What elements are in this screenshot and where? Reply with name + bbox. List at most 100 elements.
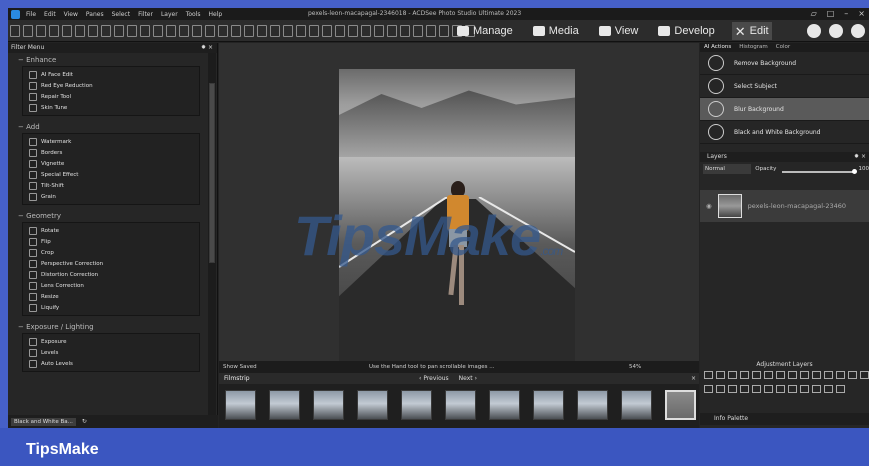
tool-icon[interactable]: [296, 24, 306, 37]
filmstrip-thumbnail[interactable]: [577, 390, 608, 420]
zoom-level[interactable]: 54%: [629, 364, 641, 370]
tool-icon[interactable]: [62, 24, 72, 37]
menu-view[interactable]: View: [64, 11, 78, 18]
dashboard-icon[interactable]: [807, 24, 821, 38]
tool-icon[interactable]: [49, 24, 59, 37]
filmstrip-thumbnail[interactable]: [621, 390, 652, 420]
eye-icon[interactable]: ◉: [706, 202, 712, 210]
tool-icon[interactable]: [400, 24, 410, 37]
menu-edit[interactable]: Edit: [44, 11, 56, 18]
mode-manage[interactable]: Manage: [454, 22, 516, 40]
mode-view[interactable]: View: [596, 22, 642, 40]
menu-file[interactable]: File: [26, 11, 36, 18]
adjustment-icon[interactable]: [764, 384, 773, 393]
filter-item-ai-face-edit[interactable]: AI Face Edit: [23, 69, 199, 80]
tool-icon[interactable]: [127, 24, 137, 37]
adjustment-icon[interactable]: [776, 371, 785, 379]
pin-close-icon[interactable]: ✸ ×: [854, 152, 866, 162]
adjustment-icon[interactable]: [776, 384, 785, 393]
ai-action-remove-background[interactable]: Remove Background: [700, 52, 869, 75]
filter-item-watermark[interactable]: Watermark: [23, 136, 199, 147]
tool-icon[interactable]: [10, 24, 20, 37]
tool-icon[interactable]: [179, 24, 189, 37]
adjustment-icon[interactable]: [848, 371, 857, 379]
filmstrip-thumbnail[interactable]: [313, 390, 344, 420]
tool-icon[interactable]: [335, 24, 345, 37]
adjustment-icon[interactable]: [812, 371, 821, 379]
filter-item-resize[interactable]: Resize: [23, 291, 199, 302]
filter-item-grain[interactable]: Grain: [23, 191, 199, 202]
filter-scrollbar[interactable]: [208, 53, 216, 415]
tool-icon[interactable]: [218, 24, 228, 37]
adjustment-icon[interactable]: [752, 371, 761, 379]
tool-icon[interactable]: [374, 24, 384, 37]
filter-group-title[interactable]: − Geometry: [8, 209, 208, 222]
filmstrip-thumbnail[interactable]: [665, 390, 696, 420]
tab-color[interactable]: Color: [772, 43, 794, 52]
opacity-slider[interactable]: [780, 164, 858, 174]
tool-icon[interactable]: [322, 24, 332, 37]
filter-item-skin-tune[interactable]: Skin Tune: [23, 102, 199, 113]
tool-icon[interactable]: [75, 24, 85, 37]
filter-item-auto-levels[interactable]: Auto Levels: [23, 358, 199, 369]
filmstrip-thumbnail[interactable]: [225, 390, 256, 420]
filter-group-title[interactable]: − Enhance: [8, 53, 208, 66]
tool-icon[interactable]: [439, 24, 449, 37]
filter-group-title[interactable]: − Add: [8, 120, 208, 133]
filter-item-crop[interactable]: Crop: [23, 247, 199, 258]
filter-item-liquify[interactable]: Liquify: [23, 302, 199, 313]
tool-icon[interactable]: [387, 24, 397, 37]
filter-group-title[interactable]: − Exposure / Lighting: [8, 320, 208, 333]
tool-icon[interactable]: [88, 24, 98, 37]
tool-icon[interactable]: [205, 24, 215, 37]
adjustment-icon[interactable]: [824, 384, 833, 393]
ai-action-black-and-white-background[interactable]: Black and White Background: [700, 121, 869, 144]
adjustment-icon[interactable]: [716, 371, 725, 379]
tool-icon[interactable]: [413, 24, 423, 37]
filter-item-repair-tool[interactable]: Repair Tool: [23, 91, 199, 102]
adjustment-icon[interactable]: [740, 384, 749, 393]
tool-icon[interactable]: [114, 24, 124, 37]
next-button[interactable]: Next ›: [459, 375, 477, 382]
filter-item-exposure[interactable]: Exposure: [23, 336, 199, 347]
menu-layer[interactable]: Layer: [161, 11, 178, 18]
tab-ai-actions[interactable]: AI Actions: [700, 43, 735, 52]
menu-select[interactable]: Select: [112, 11, 131, 18]
tool-icon[interactable]: [192, 24, 202, 37]
show-saved-button[interactable]: Show Saved: [223, 364, 257, 370]
adjustment-icon[interactable]: [836, 384, 845, 393]
filter-item-tilt-shift[interactable]: Tilt-Shift: [23, 180, 199, 191]
tool-icon[interactable]: [309, 24, 319, 37]
close-icon[interactable]: ×: [858, 9, 865, 18]
adjustment-icon[interactable]: [728, 371, 737, 379]
pin-close-icon[interactable]: ✸ ×: [201, 43, 213, 53]
adjustment-icon[interactable]: [704, 384, 713, 393]
ai-action-blur-background[interactable]: Blur Background: [700, 98, 869, 121]
adjustment-icon[interactable]: [704, 371, 713, 379]
filmstrip-thumbnail[interactable]: [533, 390, 564, 420]
filter-item-levels[interactable]: Levels: [23, 347, 199, 358]
tool-icon[interactable]: [101, 24, 111, 37]
adjustment-icon[interactable]: [764, 371, 773, 379]
adjustment-icon[interactable]: [728, 384, 737, 393]
scrollbar-thumb[interactable]: [209, 83, 215, 263]
tab-histogram[interactable]: Histogram: [735, 43, 772, 52]
adjustment-icon[interactable]: [860, 371, 869, 379]
ai-action-select-subject[interactable]: Select Subject: [700, 75, 869, 98]
filter-item-red-eye-reduction[interactable]: Red Eye Reduction: [23, 80, 199, 91]
tool-icon[interactable]: [270, 24, 280, 37]
tool-icon[interactable]: [283, 24, 293, 37]
online-icon[interactable]: [829, 24, 843, 38]
blend-mode-select[interactable]: Normal: [703, 164, 752, 174]
filter-item-distortion-correction[interactable]: Distortion Correction: [23, 269, 199, 280]
adjustment-icon[interactable]: [788, 371, 797, 379]
adjustment-icon[interactable]: [812, 384, 821, 393]
layer-row[interactable]: ◉ pexels-leon-macapagal-23460: [700, 190, 869, 222]
tool-icon[interactable]: [348, 24, 358, 37]
menu-filter[interactable]: Filter: [138, 11, 153, 18]
filter-item-vignette[interactable]: Vignette: [23, 158, 199, 169]
adjustment-icon[interactable]: [740, 371, 749, 379]
tool-icon[interactable]: [244, 24, 254, 37]
tool-icon[interactable]: [166, 24, 176, 37]
filmstrip-thumbnail[interactable]: [401, 390, 432, 420]
